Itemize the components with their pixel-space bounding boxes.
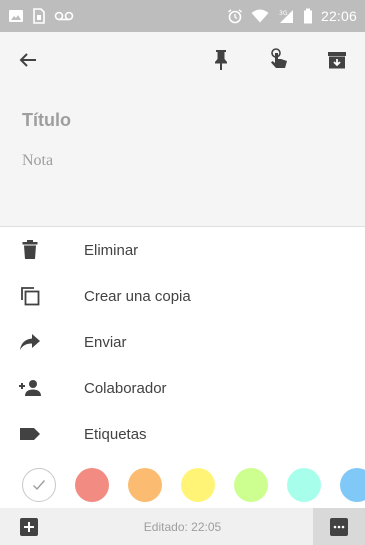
status-bar-right: 3G 22:06 xyxy=(227,8,357,24)
pin-icon[interactable] xyxy=(207,46,235,74)
more-options-button[interactable] xyxy=(313,508,365,545)
share-icon xyxy=(18,330,42,354)
color-swatch-teal[interactable] xyxy=(287,468,321,502)
note-body-field[interactable]: Nota xyxy=(22,150,343,172)
arrow-back-icon[interactable] xyxy=(14,46,42,74)
alarm-icon xyxy=(227,8,243,24)
bottom-bar: Editado: 22:05 xyxy=(0,508,365,545)
color-picker xyxy=(0,460,365,506)
color-swatch-orange[interactable] xyxy=(128,468,162,502)
color-swatch-white[interactable] xyxy=(22,468,56,502)
color-swatch-green[interactable] xyxy=(234,468,268,502)
menu-item-label: Crear una copia xyxy=(84,287,191,305)
copy-icon xyxy=(18,284,42,308)
menu-item-label: Etiquetas xyxy=(84,425,147,443)
menu-item-delete[interactable]: Eliminar xyxy=(0,227,365,273)
wifi-icon xyxy=(251,8,269,24)
image-icon xyxy=(8,8,24,24)
menu-item-label: Eliminar xyxy=(84,241,139,259)
more-horiz-icon xyxy=(330,517,348,536)
note-title-field[interactable]: Título xyxy=(22,108,343,132)
menu-item-labels[interactable]: Etiquetas xyxy=(0,411,365,457)
battery-icon xyxy=(303,8,313,24)
status-time: 22:06 xyxy=(320,8,357,24)
menu-item-copy[interactable]: Crear una copia xyxy=(0,273,365,319)
menu-item-collaborator[interactable]: Colaborador xyxy=(0,365,365,411)
action-sheet: Eliminar Crear una copia Enviar Colabora… xyxy=(0,226,365,509)
sim-card-icon xyxy=(32,8,46,24)
note-editor: Título Nota xyxy=(0,88,365,226)
menu-item-label: Enviar xyxy=(84,333,127,351)
edited-timestamp: Editado: 22:05 xyxy=(143,519,222,534)
label-icon xyxy=(18,422,42,446)
trash-icon xyxy=(18,238,42,262)
color-swatch-red[interactable] xyxy=(75,468,109,502)
toolbar-actions xyxy=(207,46,351,74)
status-bar: 3G 22:06 xyxy=(0,0,365,32)
add-box-icon[interactable] xyxy=(20,518,38,536)
status-bar-left xyxy=(8,8,74,24)
signal-3g-icon: 3G xyxy=(277,8,295,24)
voicemail-icon xyxy=(54,8,74,24)
toolbar xyxy=(0,32,365,88)
svg-text:3G: 3G xyxy=(279,10,288,17)
color-swatch-blue[interactable] xyxy=(340,468,365,502)
add-person-icon xyxy=(18,376,42,400)
touch-reminder-icon[interactable] xyxy=(265,46,293,74)
check-icon xyxy=(33,480,46,491)
archive-icon[interactable] xyxy=(323,46,351,74)
menu-item-label: Colaborador xyxy=(84,379,167,397)
menu-item-send[interactable]: Enviar xyxy=(0,319,365,365)
color-swatch-yellow[interactable] xyxy=(181,468,215,502)
